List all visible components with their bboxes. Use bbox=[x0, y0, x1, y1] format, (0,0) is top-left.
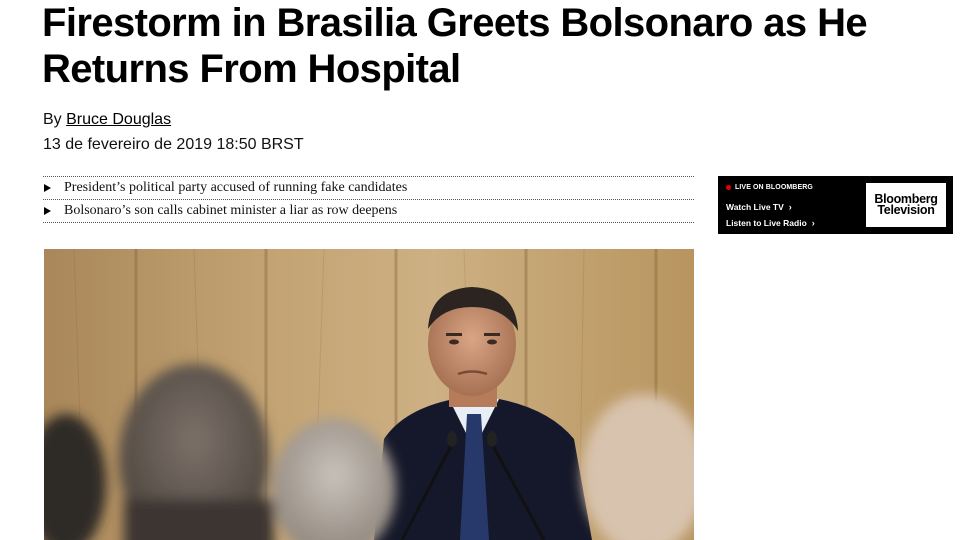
live-dot-icon bbox=[726, 185, 731, 190]
byline-prefix: By bbox=[43, 111, 62, 128]
listen-live-radio-link[interactable]: Listen to Live Radio › bbox=[726, 218, 815, 228]
related-story-text: President’s political party accused of r… bbox=[64, 180, 408, 195]
article-headline: Firestorm in Brasilia Greets Bolsonaro a… bbox=[42, 1, 868, 91]
triangle-right-icon bbox=[44, 184, 51, 192]
live-label: LIVE ON BLOOMBERG bbox=[735, 184, 813, 191]
article-photo bbox=[44, 249, 694, 540]
chevron-right-icon: › bbox=[811, 218, 815, 228]
related-story-link[interactable]: Bolsonaro’s son calls cabinet minister a… bbox=[43, 200, 694, 223]
watch-live-tv-link[interactable]: Watch Live TV › bbox=[726, 202, 792, 212]
listen-live-radio-label: Listen to Live Radio bbox=[726, 218, 807, 228]
publish-date: 13 de fevereiro de 2019 18:50 BRST bbox=[43, 136, 304, 153]
news-photo-illustration bbox=[44, 249, 694, 540]
watch-live-tv-label: Watch Live TV bbox=[726, 202, 784, 212]
triangle-right-icon bbox=[44, 207, 51, 215]
related-story-text: Bolsonaro’s son calls cabinet minister a… bbox=[64, 203, 398, 218]
byline: By Bruce Douglas bbox=[43, 110, 171, 130]
chevron-right-icon: › bbox=[788, 202, 792, 212]
related-stories: President’s political party accused of r… bbox=[43, 176, 694, 223]
live-tv-promo[interactable]: LIVE ON BLOOMBERG Watch Live TV › Listen … bbox=[718, 176, 953, 234]
bloomberg-television-logo: Bloomberg Television bbox=[866, 183, 946, 227]
logo-line-2: Television bbox=[877, 203, 935, 217]
related-story-link[interactable]: President’s political party accused of r… bbox=[43, 177, 694, 200]
live-indicator: LIVE ON BLOOMBERG bbox=[726, 184, 813, 191]
author-link[interactable]: Bruce Douglas bbox=[66, 111, 171, 128]
